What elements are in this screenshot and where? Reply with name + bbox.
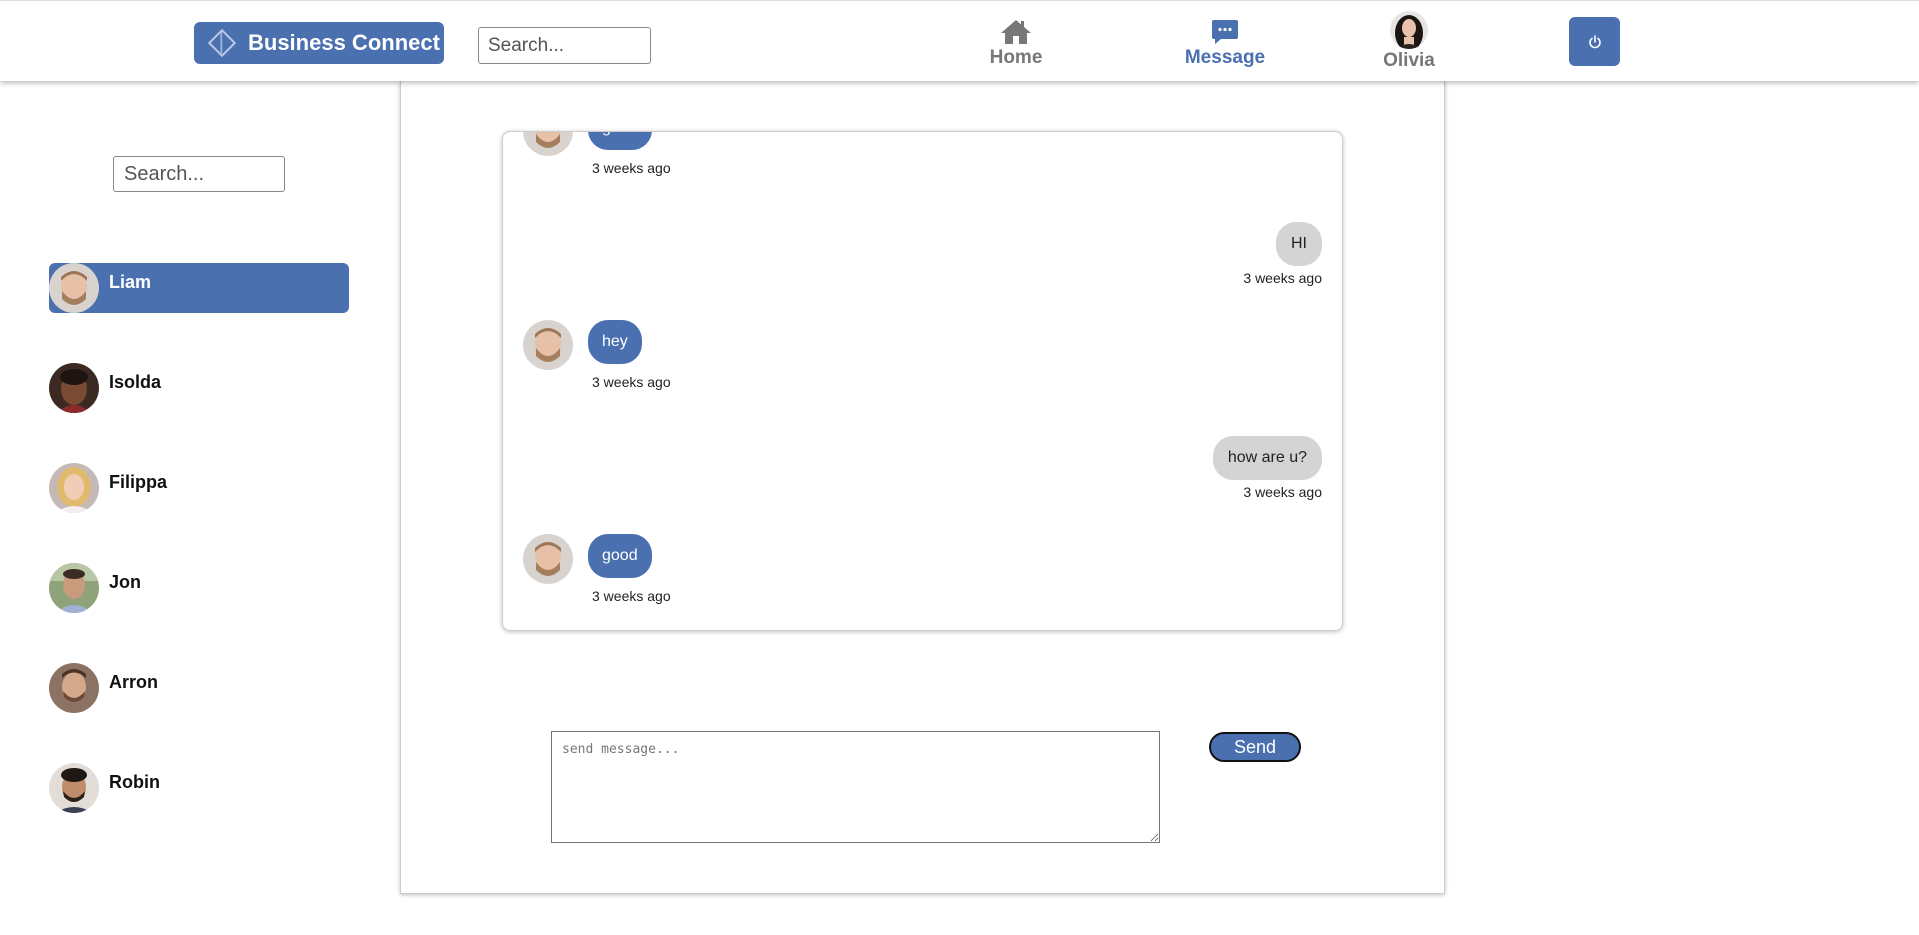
avatar: [523, 132, 573, 156]
nav-home[interactable]: Home: [986, 15, 1046, 69]
contact-item-arron[interactable]: Arron: [49, 663, 349, 713]
logout-button[interactable]: [1569, 17, 1620, 66]
home-icon: [1000, 15, 1032, 45]
contact-name: Filippa: [109, 471, 167, 492]
contact-item-isolda[interactable]: Isolda: [49, 363, 349, 413]
contact-item-liam[interactable]: Liam: [49, 263, 349, 313]
contact-item-robin[interactable]: Robin: [49, 763, 349, 813]
message-time: 3 weeks ago: [592, 588, 671, 604]
message-time: 3 weeks ago: [1243, 484, 1322, 500]
contact-name: Liam: [109, 271, 152, 292]
message-incoming: good 3 weeks ago: [503, 132, 1342, 186]
message-time: 3 weeks ago: [592, 160, 671, 176]
message-incoming: hey 3 weeks ago: [503, 320, 1342, 400]
avatar: [49, 563, 99, 613]
message-time: 3 weeks ago: [1243, 270, 1322, 286]
message-bubble: good: [588, 534, 652, 578]
avatar: [523, 320, 573, 370]
avatar: [49, 363, 99, 413]
top-search-input[interactable]: [478, 27, 651, 64]
avatar: [523, 534, 573, 584]
contact-search-input[interactable]: [113, 156, 285, 192]
message-bubble: how are u?: [1212, 436, 1322, 480]
contact-name: Jon: [109, 571, 142, 592]
message-input[interactable]: [551, 731, 1160, 843]
message-bubble: hey: [588, 320, 642, 364]
avatar: [49, 663, 99, 713]
message-bubble: good: [588, 132, 652, 150]
contact-name: Isolda: [109, 371, 162, 392]
message-incoming: good 3 weeks ago: [503, 534, 1342, 614]
contact-item-jon[interactable]: Jon: [49, 563, 349, 613]
contact-item-filippa[interactable]: Filippa: [49, 463, 349, 513]
chat-bubble-icon: [1211, 15, 1239, 45]
nav-profile[interactable]: Olivia: [1381, 11, 1437, 72]
nav-home-label: Home: [989, 47, 1043, 68]
avatar: [49, 263, 99, 313]
avatar: [49, 763, 99, 813]
message-bubble: HI: [1276, 222, 1322, 266]
brand-logo[interactable]: Business Connect: [194, 22, 444, 64]
message-thread[interactable]: good 3 weeks ago HI 3 weeks ago hey 3 we…: [502, 131, 1343, 631]
nav-message-label: Message: [1184, 47, 1266, 68]
message-outgoing: HI 3 weeks ago: [503, 222, 1342, 292]
diamond-logo-icon: [207, 28, 237, 58]
nav-message[interactable]: Message: [1180, 15, 1270, 69]
power-icon: [1588, 34, 1601, 48]
nav-profile-label: Olivia: [1383, 50, 1435, 71]
top-navbar: Business Connect Home Message: [0, 0, 1919, 81]
contact-name: Arron: [109, 671, 158, 692]
message-outgoing: how are u? 3 weeks ago: [503, 436, 1342, 506]
contact-name: Robin: [109, 771, 160, 792]
send-button[interactable]: Send: [1209, 732, 1301, 762]
avatar: [49, 463, 99, 513]
profile-avatar: [1390, 11, 1428, 49]
brand-name: Business Connect: [248, 30, 440, 55]
message-time: 3 weeks ago: [592, 374, 671, 390]
